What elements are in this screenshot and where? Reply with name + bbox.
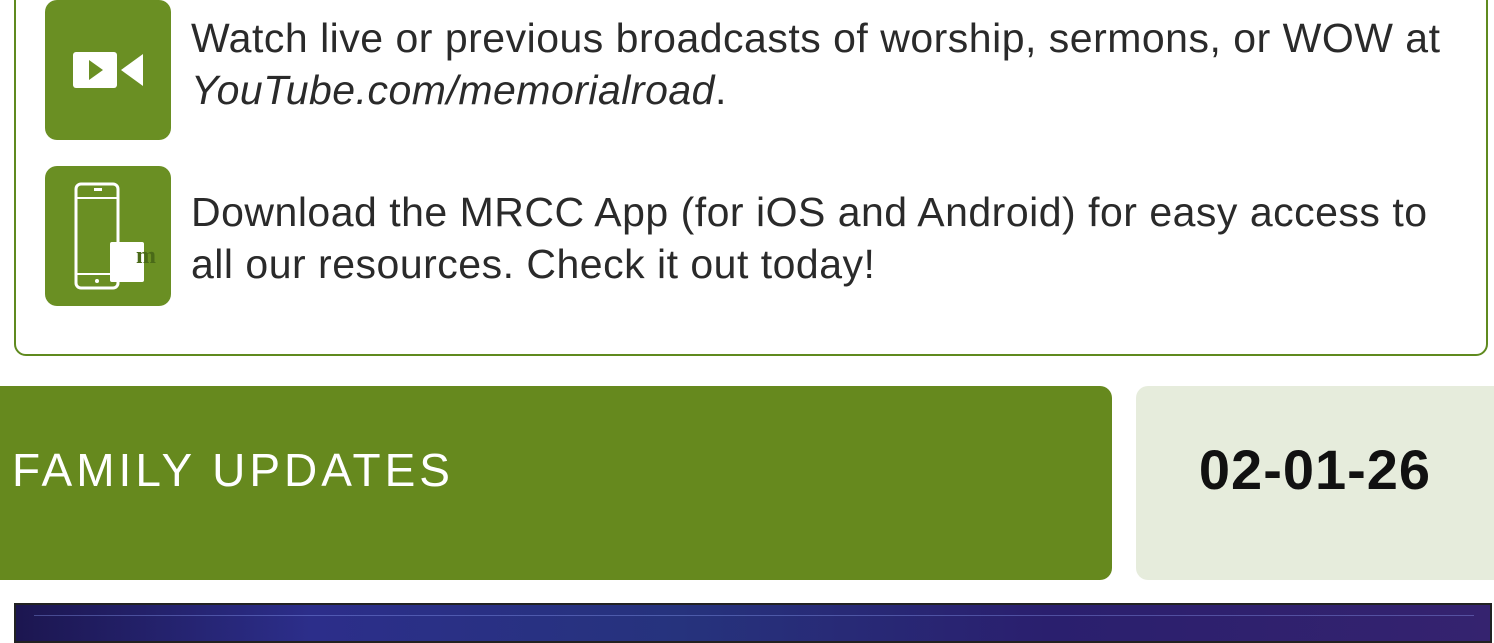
mobile-app-icon — [45, 166, 171, 306]
youtube-text-suffix: . — [714, 67, 727, 113]
app-logo-letter: m — [136, 243, 156, 269]
issue-date: 02-01-26 — [1198, 437, 1432, 501]
app-resource-row: Download the MRCC App (for iOS and Andro… — [45, 166, 1481, 306]
youtube-text-prefix: Watch live or previous broadcasts of wor… — [191, 15, 1441, 61]
family-updates-title: FAMILY UPDATES — [12, 444, 454, 496]
date-box: 02-01-26 — [1136, 386, 1494, 580]
youtube-resource-text: Watch live or previous broadcasts of wor… — [191, 12, 1481, 116]
youtube-resource-row: Watch live or previous broadcasts of wor… — [45, 0, 1481, 140]
youtube-link[interactable]: YouTube.com/memorialroad — [191, 67, 715, 113]
family-updates-banner: FAMILY UPDATES — [0, 386, 1112, 580]
featured-image — [14, 603, 1492, 643]
video-camera-icon — [45, 0, 171, 140]
app-resource-text: Download the MRCC App (for iOS and Andro… — [191, 189, 1428, 287]
